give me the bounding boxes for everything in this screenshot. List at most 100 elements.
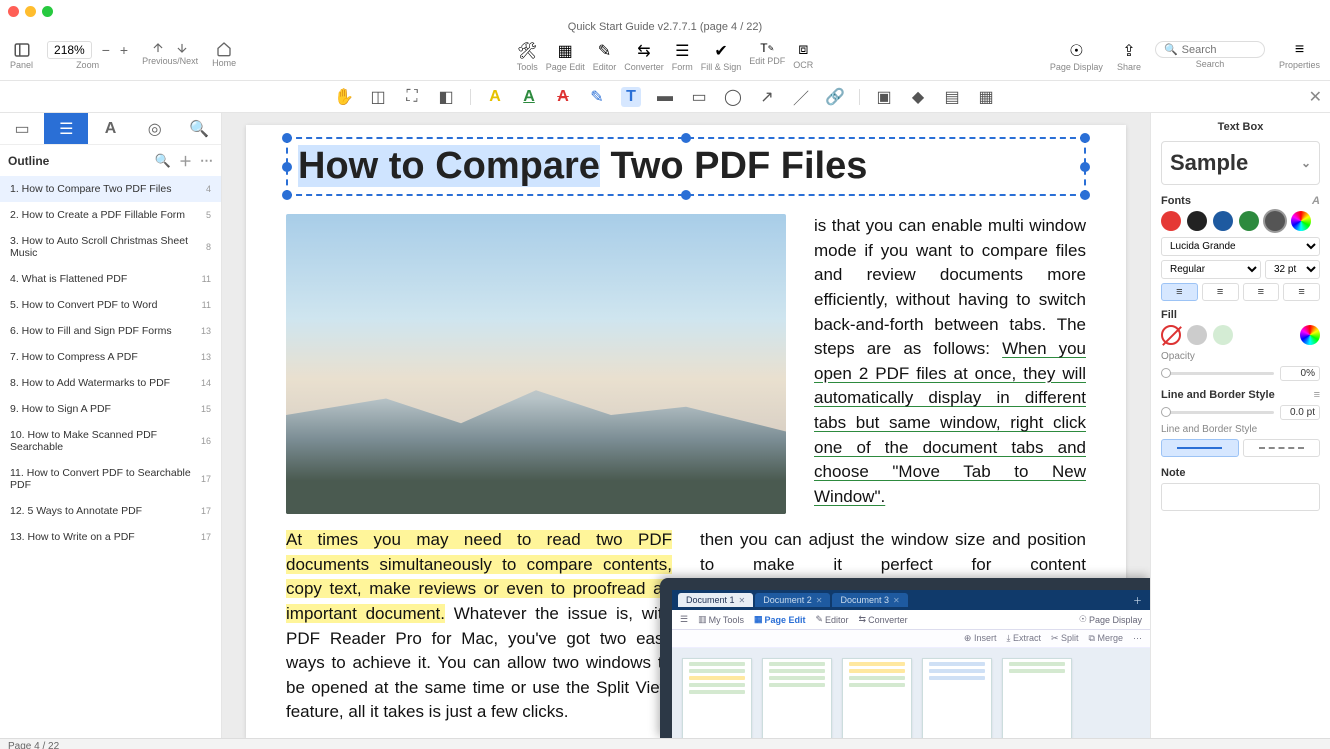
close-window-icon[interactable] (8, 6, 19, 17)
resize-handle[interactable] (282, 190, 292, 200)
fl-mode[interactable]: ☉ Page Display (1079, 614, 1142, 625)
search-input-wrap[interactable]: 🔍 (1155, 41, 1265, 58)
outline-item[interactable]: 8. How to Add Watermarks to PDF14 (0, 370, 221, 396)
border-width-value[interactable]: 0.0 pt (1280, 405, 1320, 420)
align-justify-icon[interactable]: ≡ (1283, 283, 1320, 301)
border-menu-icon[interactable]: ≡ (1314, 389, 1320, 401)
selected-text-box[interactable]: How to Compare Two PDF Files (286, 137, 1086, 196)
opacity-value[interactable]: 0% (1280, 366, 1320, 381)
page-thumbnail[interactable] (682, 658, 752, 738)
outline-item[interactable]: 2. How to Create a PDF Fillable Form5 (0, 202, 221, 228)
outline-item[interactable]: 10. How to Make Scanned PDF Searchable16 (0, 422, 221, 460)
edit-pdf-button[interactable]: T✎Edit PDF (749, 41, 785, 72)
color-swatch-red[interactable] (1161, 211, 1181, 231)
fl-action[interactable]: ⧉ Merge (1089, 633, 1123, 644)
fl-more-icon[interactable]: ⋯ (1133, 633, 1142, 644)
fl-mode[interactable]: ⇆ Converter (859, 614, 908, 625)
outline-item[interactable]: 11. How to Convert PDF to Searchable PDF… (0, 460, 221, 498)
page-thumbnail[interactable] (1002, 658, 1072, 738)
outline-item[interactable]: 3. How to Auto Scroll Christmas Sheet Mu… (0, 228, 221, 266)
floating-tab[interactable]: Document 3✕ (832, 593, 907, 607)
color-picker-icon[interactable] (1291, 211, 1311, 231)
hand-tool-icon[interactable]: ✋ (334, 87, 354, 107)
floating-window[interactable]: Document 1✕ Document 2✕ Document 3✕ ＋ ☰ … (660, 578, 1150, 738)
stamp3-icon[interactable]: ▤ (942, 87, 962, 107)
strike-tool-icon[interactable]: A (553, 87, 573, 107)
color-picker-icon[interactable] (1300, 325, 1320, 345)
close-icon[interactable]: ✕ (739, 596, 746, 605)
fl-action[interactable]: ⤓ Extract (1006, 633, 1041, 644)
prev-page-icon[interactable] (151, 41, 165, 55)
outline-tab-icon[interactable]: ☰ (44, 113, 88, 144)
zoom-out-icon[interactable]: − (102, 42, 110, 58)
font-family-select[interactable]: Lucida Grande (1161, 237, 1320, 256)
maximize-window-icon[interactable] (42, 6, 53, 17)
color-swatch-black[interactable] (1187, 211, 1207, 231)
outline-item[interactable]: 6. How to Fill and Sign PDF Forms13 (0, 318, 221, 344)
next-page-icon[interactable] (175, 41, 189, 55)
resize-handle[interactable] (282, 133, 292, 143)
fill-swatch[interactable] (1187, 325, 1207, 345)
align-center-icon[interactable]: ≡ (1202, 283, 1239, 301)
document-viewport[interactable]: How to Compare Two PDF Files is that you… (222, 113, 1150, 738)
font-panel-icon[interactable]: A (1312, 195, 1320, 207)
cube-tool-icon[interactable]: ◫ (368, 87, 388, 107)
fl-menu-icon[interactable]: ☰ (680, 614, 688, 625)
fl-action[interactable]: ⊕ Insert (964, 633, 997, 644)
close-icon[interactable]: ✕ (816, 596, 823, 605)
fill-swatch[interactable] (1213, 325, 1233, 345)
sample-preview[interactable]: Sample ⌄ (1161, 141, 1320, 185)
resize-handle[interactable] (681, 190, 691, 200)
color-swatch-gray[interactable] (1265, 211, 1285, 231)
align-left-icon[interactable]: ≡ (1161, 283, 1198, 301)
line-tool-icon[interactable]: ／ (791, 87, 811, 107)
fl-action[interactable]: ✂ Split (1051, 633, 1079, 644)
floating-tab[interactable]: Document 1✕ (678, 593, 753, 607)
crop-tool-icon[interactable]: ◧ (436, 87, 456, 107)
fit-tool-icon[interactable]: ⛶ (402, 87, 422, 107)
close-subtoolbar-icon[interactable]: ✕ (1309, 87, 1322, 107)
circle-tool-icon[interactable]: ◯ (723, 87, 743, 107)
panel-button[interactable]: Panel (10, 41, 33, 70)
form-button[interactable]: ☰Form (672, 41, 693, 72)
pen-tool-icon[interactable]: ✎ (587, 87, 607, 107)
fl-mode[interactable]: ✎ Editor (815, 614, 848, 625)
outline-add-icon[interactable]: ＋ (179, 151, 192, 170)
ocr-button[interactable]: ⧈OCR (793, 41, 813, 72)
font-size-select[interactable]: 32 pt (1265, 260, 1320, 279)
editor-button[interactable]: ✎Editor (593, 41, 617, 72)
outline-item[interactable]: 9. How to Sign A PDF15 (0, 396, 221, 422)
outline-item[interactable]: 4. What is Flattened PDF11 (0, 266, 221, 292)
stamp2-icon[interactable]: ◆ (908, 87, 928, 107)
color-swatch-green[interactable] (1239, 211, 1259, 231)
line-style-dashed[interactable] (1243, 439, 1321, 457)
resize-handle[interactable] (1080, 190, 1090, 200)
zoom-in-icon[interactable]: + (120, 42, 128, 58)
textbox-tool-icon[interactable]: T (621, 87, 641, 107)
no-fill-icon[interactable] (1161, 325, 1181, 345)
page-thumbnail[interactable] (842, 658, 912, 738)
page-edit-button[interactable]: ▦Page Edit (546, 41, 585, 72)
fill-sign-button[interactable]: ✔︎Fill & Sign (701, 41, 742, 72)
border-width-slider[interactable] (1161, 411, 1274, 414)
thumb-tab-icon[interactable]: ▭ (0, 113, 44, 144)
opacity-slider[interactable] (1161, 372, 1274, 375)
tools-button[interactable]: 🛠Tools (517, 41, 538, 72)
note-tool-icon[interactable]: ▬ (655, 87, 675, 107)
outline-item[interactable]: 12. 5 Ways to Annotate PDF17 (0, 498, 221, 524)
note-input[interactable] (1161, 483, 1320, 511)
find-tab-icon[interactable]: 🔍 (177, 113, 221, 144)
properties-button[interactable]: ≡Properties (1279, 41, 1320, 70)
outline-search-icon[interactable]: 🔍 (155, 153, 171, 169)
outline-more-icon[interactable]: ⋯ (200, 153, 213, 169)
rect-tool-icon[interactable]: ▭ (689, 87, 709, 107)
page-display-button[interactable]: ☉Page Display (1050, 41, 1103, 72)
outline-item[interactable]: 13. How to Write on a PDF17 (0, 524, 221, 550)
highlight-tool-icon[interactable]: A (485, 87, 505, 107)
outline-item[interactable]: 7. How to Compress A PDF13 (0, 344, 221, 370)
outline-item[interactable]: 5. How to Convert PDF to Word11 (0, 292, 221, 318)
share-button[interactable]: ⇪Share (1117, 41, 1141, 72)
resize-handle[interactable] (1080, 133, 1090, 143)
search-input[interactable] (1182, 44, 1252, 56)
fl-mode[interactable]: ▦ Page Edit (754, 614, 806, 625)
